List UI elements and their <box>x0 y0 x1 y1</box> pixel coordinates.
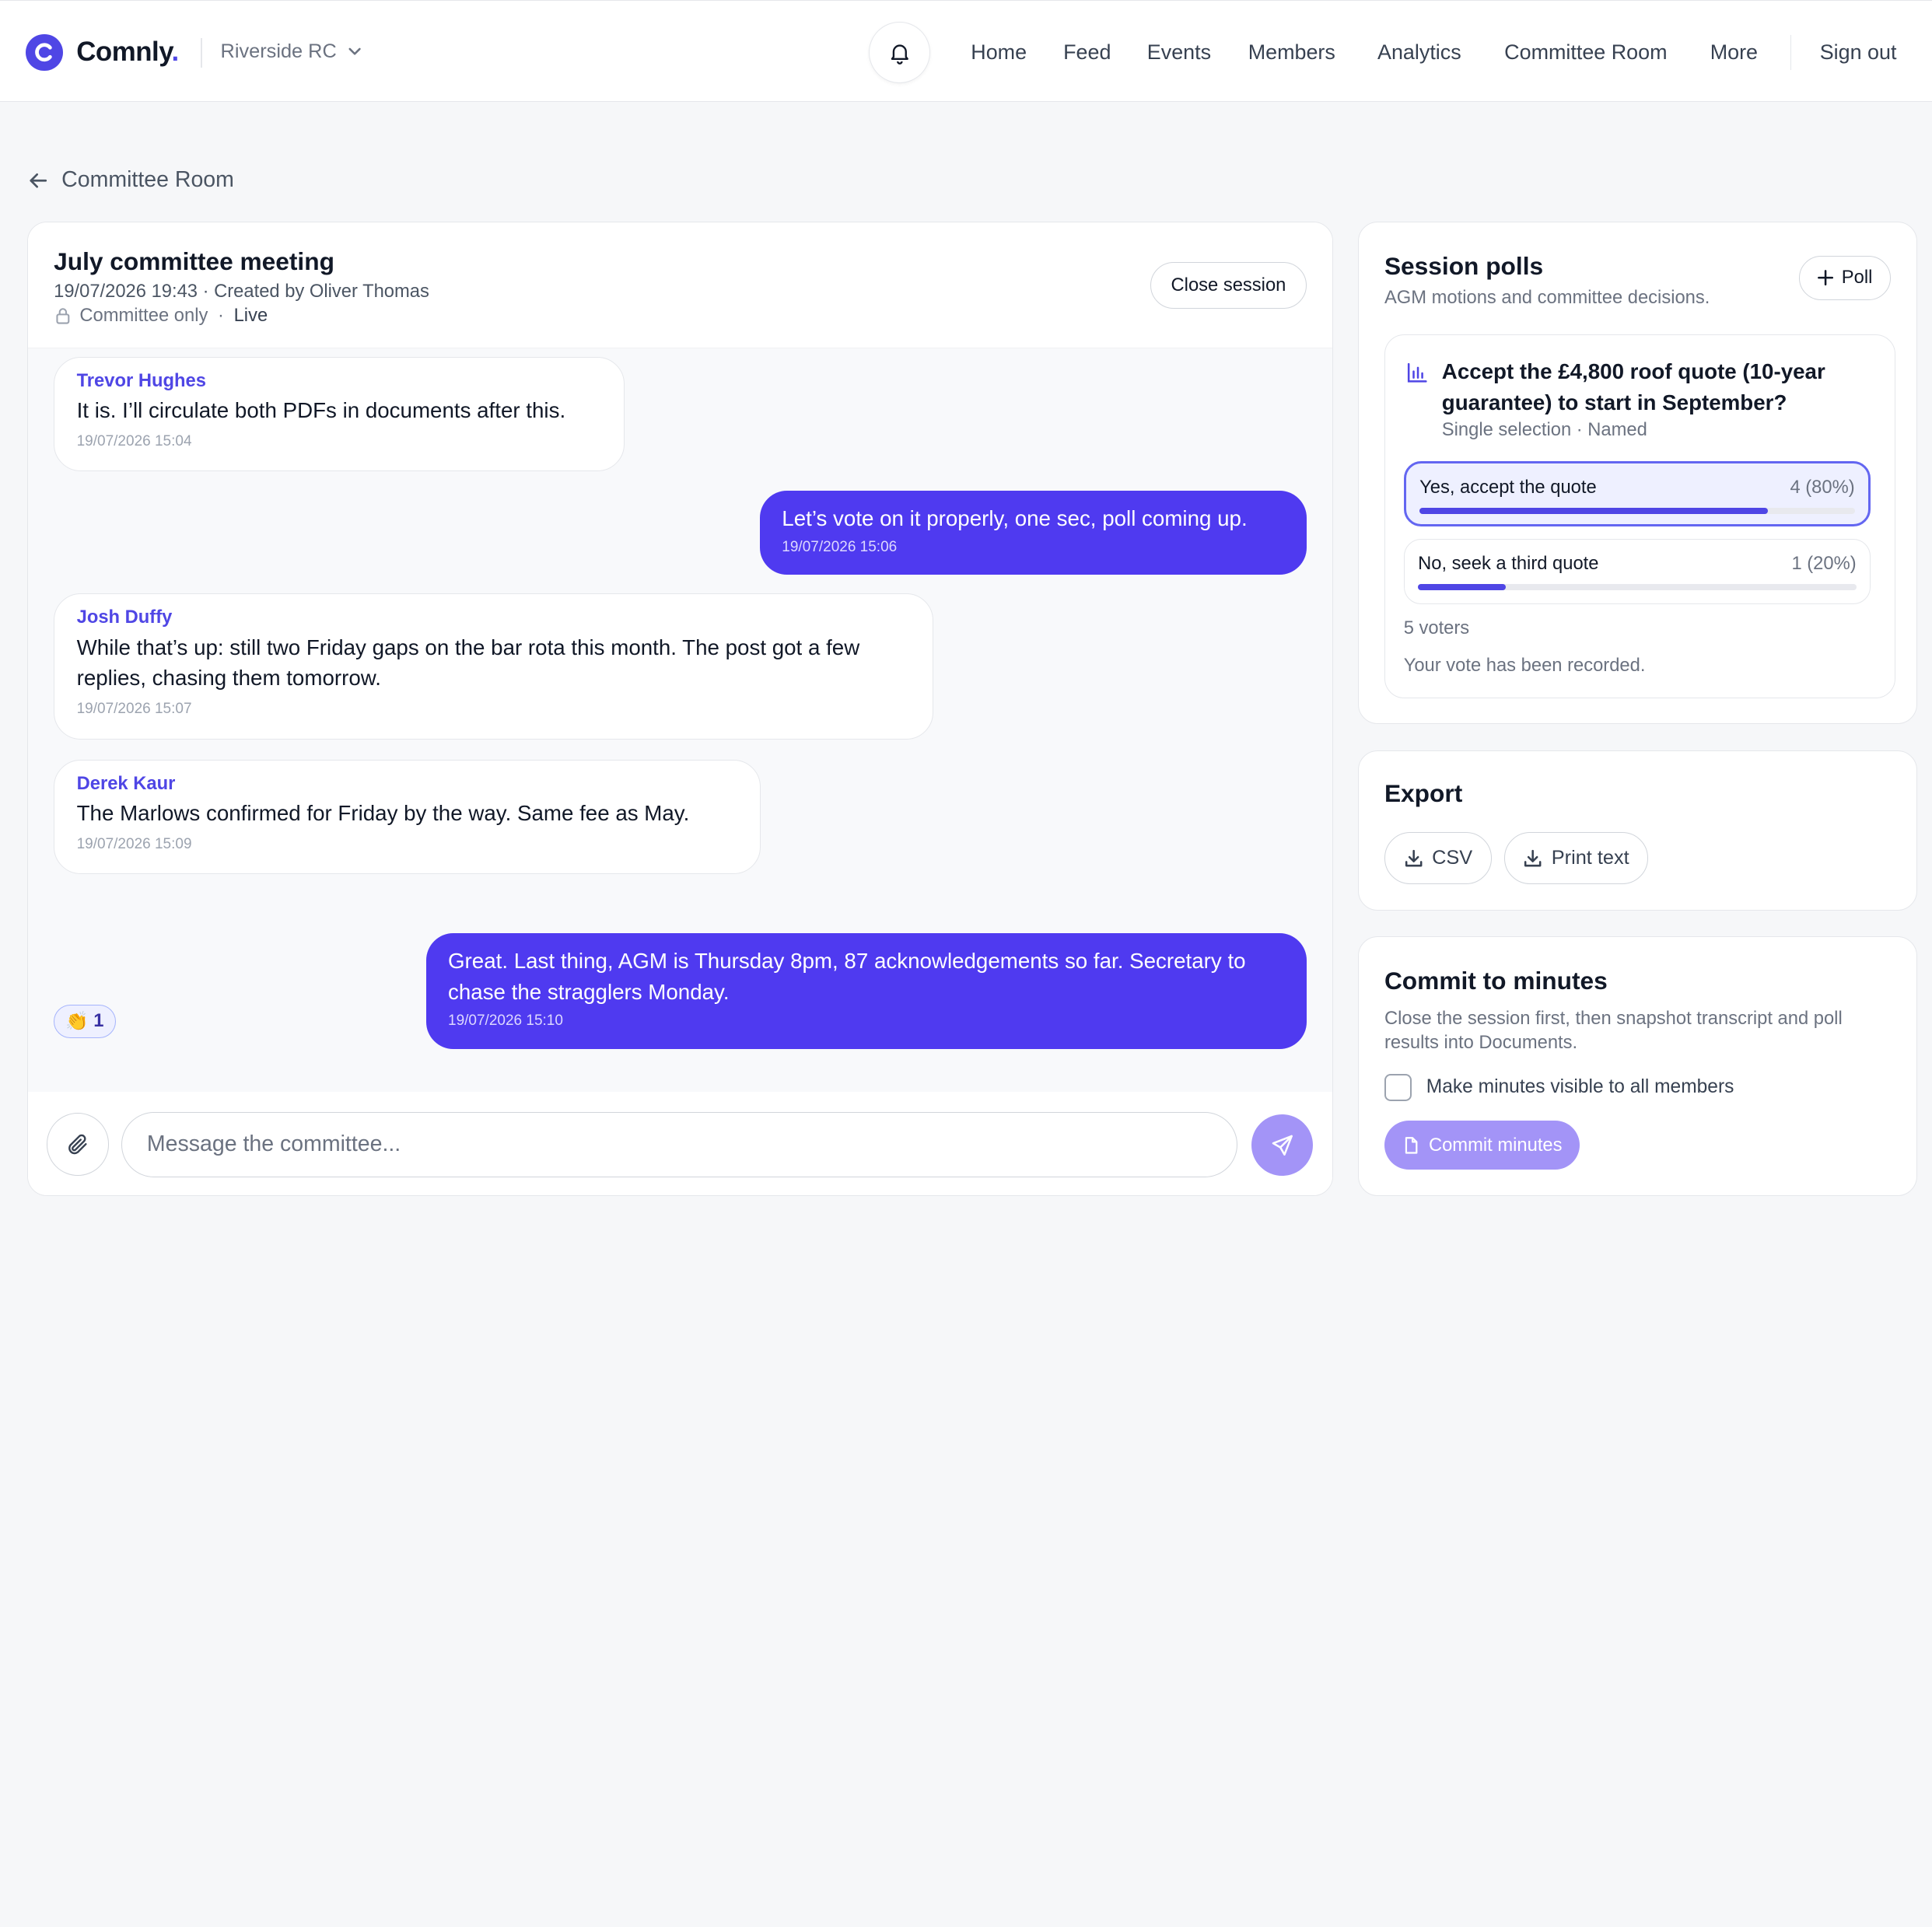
commit-minutes-card: Commit to minutes Close the session firs… <box>1357 936 1917 1197</box>
breadcrumb-label: Committee Room <box>61 167 234 193</box>
access-label: Committee only <box>79 305 208 327</box>
add-poll-label: Poll <box>1841 267 1873 289</box>
message-text: It is. I’ll circulate both PDFs in docum… <box>76 398 566 423</box>
divider <box>1790 35 1792 70</box>
message-time: 19/07/2026 15:09 <box>76 836 192 853</box>
download-icon <box>1524 849 1542 867</box>
poll-option-label: No, seek a third quote <box>1418 553 1599 575</box>
club-name: Riverside RC <box>220 40 337 62</box>
polls-title: Session polls <box>1384 252 1544 281</box>
sign-out-link[interactable]: Sign out <box>1820 40 1897 65</box>
message-time: 19/07/2026 15:07 <box>76 701 192 718</box>
nav-events[interactable]: Events <box>1147 40 1211 65</box>
club-switcher[interactable]: Riverside RC <box>221 40 364 63</box>
message-bubble: Josh Duffy While that’s up: still two Fr… <box>54 593 934 740</box>
poll-option-count: 1 (20%) <box>1791 553 1857 575</box>
nav-members[interactable]: Members <box>1248 40 1335 65</box>
poll-option-label: Yes, accept the quote <box>1419 477 1597 498</box>
message-time: 19/07/2026 15:10 <box>448 1012 563 1029</box>
minutes-description: Close the session first, then snapshot t… <box>1384 1007 1843 1054</box>
plus-icon <box>1818 270 1834 286</box>
poll-option-bar <box>1418 583 1857 590</box>
poll-option-count: 4 (80%) <box>1790 477 1855 498</box>
download-icon <box>1405 849 1423 867</box>
arrow-left-icon <box>30 173 47 188</box>
minutes-visibility-checkbox[interactable] <box>1384 1073 1412 1101</box>
poll-option-fill <box>1419 507 1768 514</box>
poll-option-fill <box>1418 583 1506 590</box>
meeting-meta: 19/07/2026 19:43 · Created by Oliver Tho… <box>54 280 429 302</box>
nav-home[interactable]: Home <box>971 40 1027 65</box>
message-composer <box>27 1092 1332 1196</box>
brand-logo-icon[interactable] <box>26 33 63 72</box>
attach-button[interactable] <box>46 1113 110 1177</box>
chevron-down-icon <box>348 47 362 55</box>
commit-minutes-button[interactable]: Commit minutes <box>1384 1120 1580 1170</box>
message-author[interactable]: Derek Kaur <box>77 773 738 795</box>
message-author[interactable]: Trevor Hughes <box>77 370 601 392</box>
poll-option[interactable]: Yes, accept the quote 4 (80%) <box>1403 460 1871 526</box>
message-bubble: Trevor Hughes It is. I’ll circulate both… <box>54 356 625 472</box>
session-header: July committee meeting 19/07/2026 19:43 … <box>27 222 1332 348</box>
poll-status: Your vote has been recorded. <box>1403 654 1646 676</box>
message-text: Great. Last thing, AGM is Thursday 8pm, … <box>448 948 1246 1004</box>
page: Comnly. Riverside RC Home Feed Events Me… <box>0 0 1932 1216</box>
send-button[interactable] <box>1251 1114 1314 1177</box>
divider <box>201 37 202 68</box>
minutes-visibility-label: Make minutes visible to all members <box>1426 1076 1734 1098</box>
message-author[interactable]: Josh Duffy <box>77 607 911 628</box>
message-bubble: Derek Kaur The Marlows confirmed for Fri… <box>54 759 761 875</box>
poll-voter-count: 5 voters <box>1403 617 1470 639</box>
close-session-button[interactable]: Close session <box>1150 261 1307 309</box>
message-list[interactable]: Trevor Hughes It is. I’ll circulate both… <box>27 348 1332 1093</box>
polls-subtitle: AGM motions and committee decisions. <box>1384 286 1710 308</box>
chat-panel: July committee meeting 19/07/2026 19:43 … <box>26 222 1333 1197</box>
status-badge: Live <box>233 305 268 327</box>
nav-more[interactable]: More <box>1710 40 1758 65</box>
bar-chart-icon <box>1407 362 1427 383</box>
poll-question: Accept the £4,800 roof quote (10-year gu… <box>1441 359 1825 414</box>
nav-feed[interactable]: Feed <box>1063 40 1111 65</box>
poll-meta: Single selection · Named <box>1441 418 1647 440</box>
message-time: 19/07/2026 15:06 <box>782 539 898 556</box>
message-bubble-own: Great. Last thing, AGM is Thursday 8pm, … <box>425 933 1307 1050</box>
notifications-button[interactable] <box>868 21 930 84</box>
export-card: Export CSV Print text <box>1357 750 1917 911</box>
nav-analytics[interactable]: Analytics <box>1377 40 1461 65</box>
export-title: Export <box>1384 779 1463 808</box>
bell-icon <box>891 44 908 65</box>
nav-committee-room[interactable]: Committee Room <box>1504 40 1667 65</box>
export-csv-label: CSV <box>1432 847 1473 869</box>
separator: · <box>218 305 224 327</box>
message-input[interactable] <box>121 1111 1238 1177</box>
export-print-text-button[interactable]: Print text <box>1503 832 1649 884</box>
poll-option-bar <box>1419 507 1855 514</box>
message-text: Let’s vote on it properly, one sec, poll… <box>782 506 1248 531</box>
document-icon <box>1405 1136 1418 1154</box>
message-time: 19/07/2026 15:04 <box>76 433 192 450</box>
paperclip-icon <box>68 1134 87 1155</box>
poll-item: Accept the £4,800 roof quote (10-year gu… <box>1384 334 1896 698</box>
send-icon <box>1272 1135 1293 1156</box>
message-text: While that’s up: still two Friday gaps o… <box>76 635 860 691</box>
lock-icon <box>56 308 70 324</box>
meeting-access: Committee only · Live <box>54 305 268 327</box>
poll-option[interactable]: No, seek a third quote 1 (20%) <box>1403 538 1871 604</box>
top-navigation-bar: Comnly. Riverside RC Home Feed Events Me… <box>0 0 1932 103</box>
reaction-count: 1 <box>93 1010 104 1032</box>
back-to-committee-room-link[interactable]: Committee Room <box>27 167 234 193</box>
reaction-chip[interactable]: 👏 1 <box>54 1005 116 1038</box>
session-polls-card: Session polls AGM motions and committee … <box>1357 222 1917 725</box>
export-csv-button[interactable]: CSV <box>1384 832 1492 884</box>
commit-minutes-label: Commit minutes <box>1428 1134 1563 1156</box>
meeting-title: July committee meeting <box>54 247 334 275</box>
export-print-label: Print text <box>1551 847 1629 869</box>
minutes-visibility-option[interactable]: Make minutes visible to all members <box>1384 1073 1734 1101</box>
brand-name[interactable]: Comnly. <box>76 37 179 68</box>
minutes-title: Commit to minutes <box>1384 966 1608 995</box>
add-poll-button[interactable]: Poll <box>1798 255 1891 300</box>
clap-icon: 👏 <box>65 1010 89 1032</box>
message-text: The Marlows confirmed for Friday by the … <box>76 801 690 826</box>
message-bubble-own: Let’s vote on it properly, one sec, poll… <box>759 491 1307 575</box>
